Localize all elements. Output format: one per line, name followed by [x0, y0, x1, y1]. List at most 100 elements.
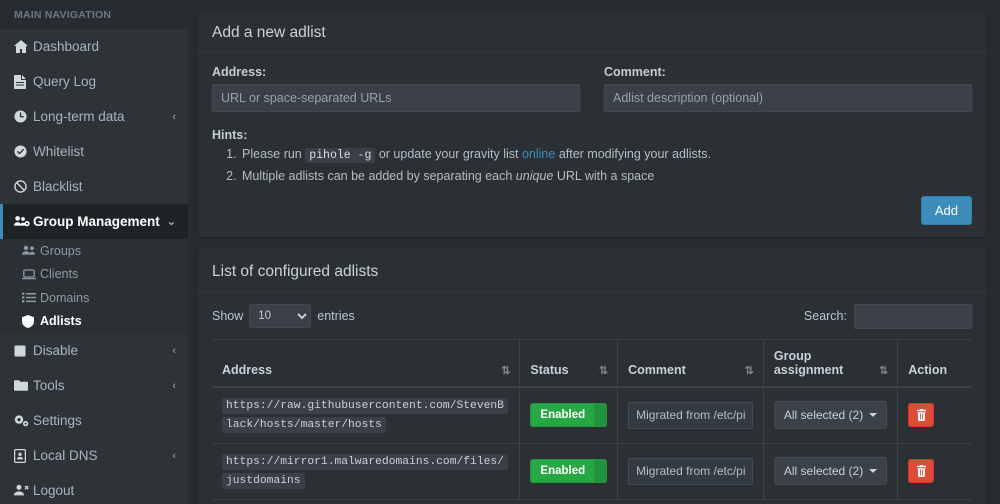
add-adlist-form-row: Address: Comment:	[212, 65, 972, 112]
column-label: Group assignment	[773, 348, 844, 377]
sidebar-item-tools[interactable]: Tools ‹	[0, 368, 188, 403]
sidebar-item-blacklist[interactable]: Blacklist	[0, 169, 188, 204]
add-button[interactable]: Add	[920, 195, 972, 225]
column-label: Action	[908, 362, 948, 377]
sidebar-item-label: Disable	[33, 343, 79, 358]
address-label: Address:	[212, 65, 267, 79]
cell-status: Enabled	[519, 443, 619, 500]
sidebar-item-group-management[interactable]: Group Management ⌄	[0, 204, 188, 239]
chevron-left-icon: ‹	[172, 344, 176, 357]
table-body: https://raw.githubusercontent.com/Steven…	[212, 386, 972, 500]
column-header-address[interactable]: Address ⇅	[212, 338, 521, 388]
users-icon	[22, 245, 40, 256]
hints-list: Please run pihole -g or update your grav…	[212, 144, 972, 186]
sort-icon: ⇅	[879, 364, 888, 377]
user-times-icon	[14, 484, 33, 497]
stop-square-icon	[14, 345, 33, 357]
add-adlist-panel-header: Add a new adlist	[198, 13, 986, 53]
group-assignment-select[interactable]: All selected (2)	[773, 401, 888, 430]
search-input[interactable]	[854, 303, 972, 329]
comment-input[interactable]	[604, 84, 972, 112]
sidebar-item-disable[interactable]: Disable ‹	[0, 333, 188, 368]
adlist-address: https://raw.githubusercontent.com/Steven…	[222, 397, 508, 434]
chevron-left-icon: ‹	[172, 110, 176, 123]
add-adlist-panel-body: Address: Comment: Hints: Please run piho…	[198, 53, 986, 237]
sidebar-item-local-dns[interactable]: Local DNS ‹	[0, 438, 188, 473]
column-label: Address	[222, 362, 273, 377]
cell-action	[897, 386, 972, 444]
group-assignment-label: All selected (2)	[783, 408, 864, 423]
add-adlist-panel: Add a new adlist Address: Comment: Hints…	[198, 10, 986, 237]
comment-field[interactable]	[628, 457, 753, 485]
adlist-address: https://mirror1.malwaredomains.com/files…	[222, 453, 508, 490]
sidebar-bottom-section: Disable ‹ Tools ‹ Settings Local DNS ‹ L…	[0, 333, 188, 504]
gears-icon	[14, 414, 33, 427]
address-input[interactable]	[212, 84, 580, 112]
chevron-down-icon: ⌄	[166, 216, 176, 228]
column-header-action: Action	[897, 338, 972, 388]
delete-button[interactable]	[908, 403, 935, 428]
users-cog-icon	[14, 215, 33, 228]
status-toggle-group[interactable]: Enabled	[530, 459, 608, 484]
sidebar-subitem-label: Groups	[40, 243, 81, 258]
status-badge[interactable]: Enabled	[530, 459, 595, 484]
comment-field-group: Comment:	[604, 65, 972, 112]
hint1-pre: Please run	[242, 147, 306, 161]
table-row: https://raw.githubusercontent.com/Steven…	[212, 386, 972, 444]
sidebar-section-header: MAIN NAVIGATION	[0, 0, 188, 29]
trash-icon	[916, 465, 927, 478]
add-button-row: Add	[212, 195, 972, 225]
sidebar-item-clients[interactable]: Clients	[0, 263, 188, 287]
sidebar-item-adlists[interactable]: Adlists	[0, 310, 188, 334]
hint2-emphasis: unique	[515, 168, 554, 183]
sidebar-item-query-log[interactable]: Query Log	[0, 64, 188, 99]
sidebar-item-whitelist[interactable]: Whitelist	[0, 134, 188, 169]
cell-address: https://raw.githubusercontent.com/Steven…	[212, 386, 521, 444]
hint-item-1: Please run pihole -g or update your grav…	[240, 144, 972, 166]
status-toggle-group[interactable]: Enabled	[530, 403, 608, 428]
gravity-online-link[interactable]: online	[522, 147, 555, 161]
panel-title: Add a new adlist	[212, 24, 326, 41]
comment-field[interactable]	[628, 401, 753, 429]
address-field-group: Address:	[212, 65, 580, 112]
sidebar-item-dashboard[interactable]: Dashboard	[0, 29, 188, 64]
adlists-panel-body: Show 102550100All entries Search:	[198, 292, 986, 504]
hint-item-2: Multiple adlists can be added by separat…	[240, 166, 972, 186]
hint1-mid: or update your gravity list	[375, 147, 522, 161]
page-length-select[interactable]: 102550100All	[249, 304, 312, 329]
sidebar-item-label: Settings	[33, 413, 82, 428]
column-header-status[interactable]: Status ⇅	[519, 338, 619, 388]
column-header-comment[interactable]: Comment ⇅	[617, 338, 764, 388]
sidebar-item-label: Local DNS	[33, 448, 98, 463]
status-dropdown-toggle[interactable]	[594, 403, 608, 428]
hints-title: Hints:	[212, 128, 248, 142]
sidebar-item-settings[interactable]: Settings	[0, 403, 188, 438]
sidebar-item-domains[interactable]: Domains	[0, 286, 188, 310]
table-controls: Show 102550100All entries Search:	[212, 303, 972, 329]
chevron-left-icon: ‹	[172, 379, 176, 392]
cell-action	[897, 443, 972, 500]
sidebar-item-label: Long-term data	[33, 109, 125, 124]
adlists-table: Address ⇅ Status ⇅ Comment ⇅ Group assig…	[212, 338, 972, 500]
cell-status: Enabled	[519, 386, 619, 444]
sidebar-item-long-term-data[interactable]: Long-term data ‹	[0, 99, 188, 134]
delete-button[interactable]	[908, 459, 935, 484]
main-content: Add a new adlist Address: Comment: Hints…	[188, 0, 1000, 504]
search-label: Search:	[803, 309, 847, 324]
sidebar-item-logout[interactable]: Logout	[0, 473, 188, 504]
shield-icon	[22, 314, 40, 328]
status-dropdown-toggle[interactable]	[594, 459, 608, 484]
comment-label: Comment:	[604, 65, 666, 79]
pihole-command-code: pihole -g	[305, 148, 376, 163]
adlists-panel: List of configured adlists Show 10255010…	[198, 248, 986, 504]
status-badge[interactable]: Enabled	[530, 403, 595, 428]
sidebar-item-label: Group Management	[33, 214, 160, 229]
hint2-post: URL with a space	[553, 168, 655, 183]
sidebar-item-label: Logout	[33, 483, 75, 498]
hint1-post: after modifying your adlists.	[555, 147, 711, 161]
column-header-group-assignment[interactable]: Group assignment ⇅	[763, 338, 899, 388]
file-text-icon	[14, 74, 33, 89]
sidebar-item-groups[interactable]: Groups	[0, 239, 188, 263]
group-assignment-select[interactable]: All selected (2)	[773, 457, 888, 486]
sidebar: MAIN NAVIGATION Dashboard Query Log Long…	[0, 0, 188, 504]
